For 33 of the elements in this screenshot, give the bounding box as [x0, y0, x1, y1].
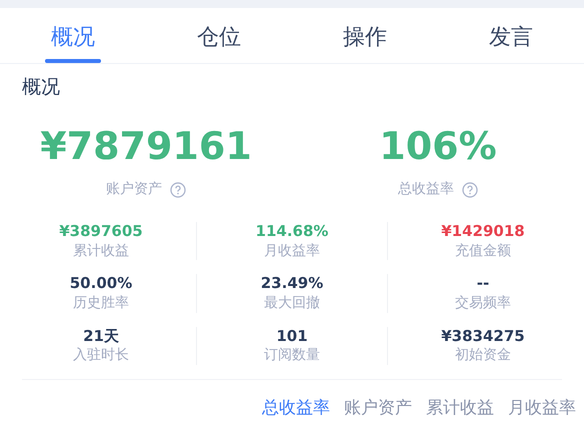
section-title: 概况: [21, 78, 61, 97]
headline-value: ¥7879161: [40, 127, 252, 165]
headline-value: 106%: [379, 127, 497, 165]
help-icon[interactable]: [462, 182, 478, 198]
stat-label: 入驻时长: [73, 347, 129, 365]
stat-value: --: [476, 274, 490, 293]
stat-value: 21天: [83, 326, 119, 346]
chart-tab[interactable]: 总收益率: [262, 400, 330, 417]
headline-label: 账户资产: [106, 180, 162, 199]
tab[interactable]: 概况: [0, 8, 146, 63]
stat-value: 23.49%: [260, 274, 324, 293]
chart-tab[interactable]: 累计收益: [426, 400, 494, 417]
stat-value: 101: [276, 326, 308, 346]
stat-value: ¥3897605: [59, 222, 143, 241]
stat-value: 114.68%: [256, 222, 328, 241]
stat-label: 最大回撤: [264, 295, 320, 312]
stat-value: 50.00%: [70, 274, 132, 293]
help-icon[interactable]: [170, 182, 186, 198]
tab[interactable]: 操作: [292, 8, 438, 63]
stat-label: 初始资金: [455, 347, 511, 365]
chart-tab[interactable]: 账户资产: [344, 400, 412, 417]
stat-label: 累计收益: [73, 242, 129, 260]
stat-value: ¥1429018: [441, 222, 525, 241]
stat-label: 订阅数量: [264, 347, 320, 365]
stat-label: 历史胜率: [73, 295, 129, 312]
stat-label: 交易频率: [455, 295, 511, 312]
stat-label: 充值金额: [455, 242, 511, 260]
tab[interactable]: 发言: [438, 8, 584, 63]
stat-value: ¥3834275: [441, 326, 525, 346]
tab[interactable]: 仓位: [146, 8, 292, 63]
chart-tab[interactable]: 月收益率: [508, 400, 576, 417]
headline-label: 总收益率: [398, 180, 454, 199]
stat-label: 月收益率: [264, 242, 320, 260]
